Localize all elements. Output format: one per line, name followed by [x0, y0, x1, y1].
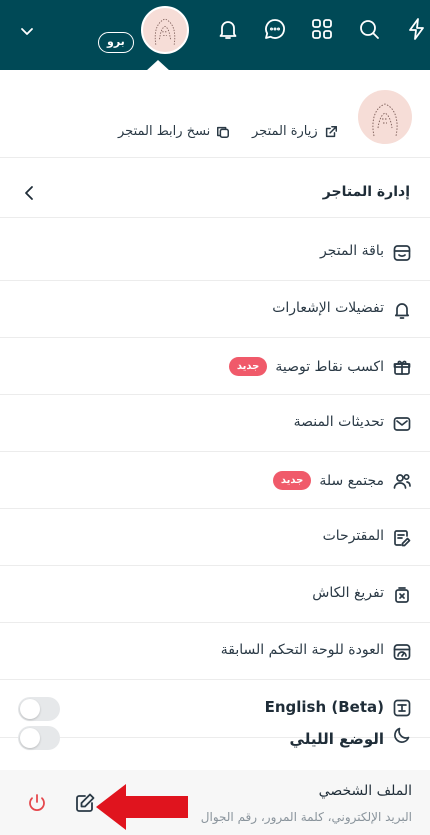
menu-item-label: اكسب نقاط توصية [275, 358, 384, 375]
menu-item-referral-points[interactable]: اكسب نقاط توصية جديد [0, 338, 430, 395]
gift-icon [392, 357, 412, 377]
section-title: إدارة المتاجر [322, 184, 410, 200]
bell-icon [392, 300, 412, 320]
copy-icon [217, 126, 230, 138]
visit-store-link[interactable]: زيارة المتجر [252, 124, 338, 139]
menu-item-previous-dashboard[interactable]: العودة للوحة التحكم السابقة [0, 623, 430, 680]
menu-item-notification-preferences[interactable]: تفضيلات الإشعارات [0, 281, 430, 338]
chevron-down-icon[interactable] [14, 18, 40, 44]
menu-item-label: تحديثات المنصة [293, 414, 384, 430]
manage-stores-header[interactable]: إدارة المتاجر [0, 168, 430, 218]
logout-icon[interactable] [26, 792, 50, 816]
moon-icon [392, 725, 412, 745]
dark-mode-toggle-row: الوضع الليلي [0, 726, 430, 770]
dark-mode-toggle[interactable] [18, 726, 60, 750]
store-package-icon [392, 243, 412, 263]
external-link-icon [325, 125, 337, 137]
menu-item-label: مجتمع سلة [319, 472, 384, 489]
apps-grid-icon[interactable] [309, 16, 335, 42]
store-avatar [358, 90, 412, 144]
language-toggle[interactable] [18, 697, 60, 721]
toggle-knob [20, 728, 40, 748]
dropdown-caret [146, 60, 170, 71]
annotation-arrow [96, 784, 188, 830]
profile-title: الملف الشخصي [318, 783, 412, 799]
lightning-icon[interactable] [404, 16, 430, 42]
mail-icon [392, 414, 412, 434]
dashboard-icon [392, 642, 412, 662]
community-icon [392, 471, 412, 491]
top-bar: برو [0, 0, 430, 71]
dark-mode-label: الوضع الليلي [289, 730, 384, 748]
language-icon [392, 698, 412, 718]
language-label: English (Beta) [264, 698, 384, 716]
toggle-knob [20, 699, 40, 719]
menu-item-platform-updates[interactable]: تحديثات المنصة [0, 395, 430, 452]
menu-item-suggestions[interactable]: المقترحات [0, 509, 430, 566]
menu-item-salla-community[interactable]: مجتمع سلة جديد [0, 452, 430, 509]
copy-store-link[interactable]: نسخ رابط المتجر [118, 124, 230, 139]
store-header: زيارة المتجر نسخ رابط المتجر [0, 71, 430, 158]
suggestions-icon [392, 528, 412, 548]
chat-icon[interactable] [262, 16, 288, 42]
new-badge: جديد [272, 471, 312, 490]
menu-item-label: باقة المتجر [319, 243, 384, 259]
new-badge: جديد [228, 357, 268, 376]
clear-cache-icon [392, 585, 412, 605]
visit-store-label: زيارة المتجر [252, 124, 318, 139]
menu-item-label: تفريغ الكاش [312, 585, 384, 601]
avatar[interactable] [141, 6, 189, 54]
copy-link-label: نسخ رابط المتجر [118, 124, 211, 139]
profile-section[interactable]: الملف الشخصي البريد الإلكتروني، كلمة الم… [0, 770, 430, 835]
menu-item-clear-cache[interactable]: تفريغ الكاش [0, 566, 430, 623]
menu-item-label: المقترحات [322, 528, 384, 544]
chevron-left-icon[interactable] [20, 183, 40, 203]
menu-item-label: العودة للوحة التحكم السابقة [220, 642, 384, 658]
search-icon[interactable] [356, 16, 382, 42]
menu-item-store-package[interactable]: باقة المتجر [0, 224, 430, 281]
menu-item-label: تفضيلات الإشعارات [272, 300, 384, 316]
pro-badge: برو [98, 32, 134, 53]
profile-subtitle: البريد الإلكتروني، كلمة المرور، رقم الجو… [200, 810, 412, 824]
bell-icon[interactable] [215, 16, 241, 42]
